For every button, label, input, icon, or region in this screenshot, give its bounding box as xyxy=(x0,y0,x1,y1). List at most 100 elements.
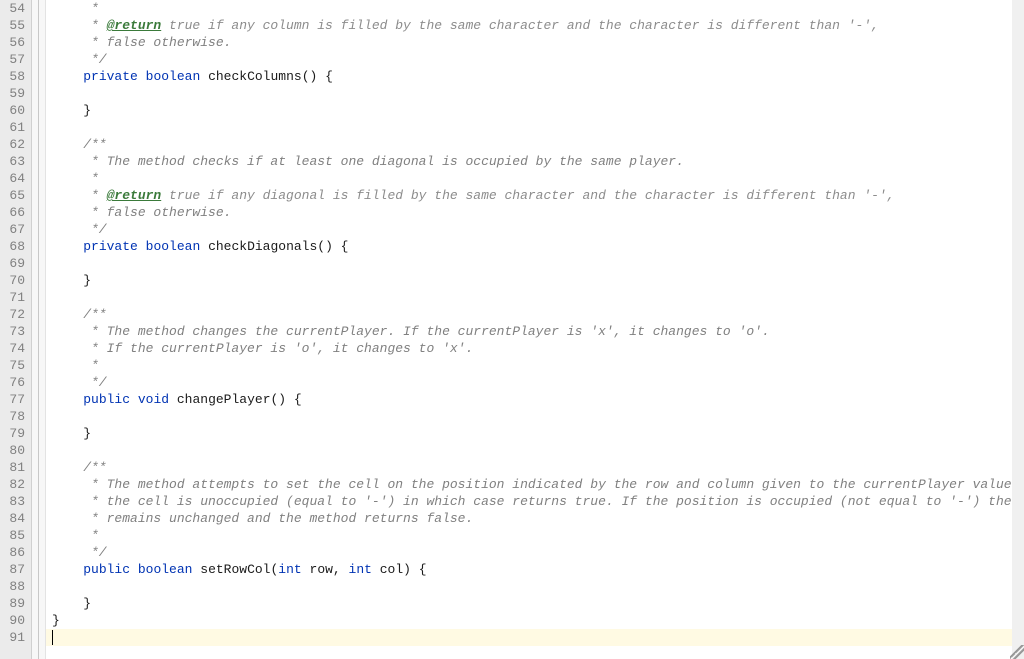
code-line[interactable]: * The method attempts to set the cell on… xyxy=(46,476,1024,493)
code-line[interactable]: */ xyxy=(46,51,1024,68)
code-token-method: checkDiagonals xyxy=(208,239,317,254)
code-line[interactable]: * remains unchanged and the method retur… xyxy=(46,510,1024,527)
code-token-method: setRowCol xyxy=(200,562,270,577)
code-token-doc: /** xyxy=(52,460,107,475)
code-line[interactable] xyxy=(46,629,1024,646)
code-token-plain xyxy=(52,392,83,407)
line-number: 83 xyxy=(4,493,25,510)
code-line[interactable]: * xyxy=(46,527,1024,544)
code-token-doc: * xyxy=(52,528,99,543)
code-token-ret: @return xyxy=(107,188,162,203)
code-token-paren: } xyxy=(83,103,91,118)
code-editor[interactable]: 5455565758596061626364656667686970717273… xyxy=(0,0,1024,659)
code-token-kw: boolean xyxy=(146,69,201,84)
code-token-paren: () { xyxy=(317,239,348,254)
code-line[interactable]: * @return true if any diagonal is filled… xyxy=(46,187,1024,204)
code-token-plain xyxy=(52,273,83,288)
code-line[interactable] xyxy=(46,442,1024,459)
code-token-plain xyxy=(138,69,146,84)
code-token-plain xyxy=(52,239,83,254)
line-number: 61 xyxy=(4,119,25,136)
code-line[interactable] xyxy=(46,578,1024,595)
line-number: 75 xyxy=(4,357,25,374)
code-line[interactable]: */ xyxy=(46,221,1024,238)
code-line[interactable]: * The method checks if at least one diag… xyxy=(46,153,1024,170)
code-token-doc: * The method checks if at least one diag… xyxy=(52,154,684,169)
code-line[interactable]: } xyxy=(46,272,1024,289)
text-caret xyxy=(52,630,53,645)
code-token-doc: * xyxy=(52,1,107,16)
code-line[interactable] xyxy=(46,289,1024,306)
code-line[interactable]: public void changePlayer() { xyxy=(46,391,1024,408)
line-number: 74 xyxy=(4,340,25,357)
code-token-kw: private xyxy=(83,69,138,84)
code-token-doc: /** xyxy=(52,307,107,322)
code-line[interactable]: private boolean checkColumns() { xyxy=(46,68,1024,85)
line-number: 89 xyxy=(4,595,25,612)
line-number: 84 xyxy=(4,510,25,527)
line-number: 69 xyxy=(4,255,25,272)
code-line[interactable]: /** xyxy=(46,459,1024,476)
code-line[interactable]: } xyxy=(46,425,1024,442)
code-token-plain xyxy=(200,239,208,254)
code-line[interactable] xyxy=(46,85,1024,102)
code-line[interactable]: * xyxy=(46,170,1024,187)
code-token-plain xyxy=(52,596,83,611)
code-token-doc: * remains unchanged and the method retur… xyxy=(52,511,473,526)
code-token-paren: , xyxy=(333,562,349,577)
code-token-doctext: true if any column is filled by the same… xyxy=(161,18,879,33)
code-token-doc: * The method changes the currentPlayer. … xyxy=(52,324,770,339)
code-line[interactable]: * false otherwise. xyxy=(46,34,1024,51)
line-number: 59 xyxy=(4,85,25,102)
code-token-paren: } xyxy=(83,273,91,288)
code-token-doc: * xyxy=(52,171,99,186)
code-token-doc: */ xyxy=(52,222,107,237)
code-line[interactable]: public boolean setRowCol(int row, int co… xyxy=(46,561,1024,578)
code-line[interactable]: * xyxy=(46,357,1024,374)
code-token-paren: } xyxy=(83,426,91,441)
code-area[interactable]: * * @return true if any column is filled… xyxy=(46,0,1024,659)
code-token-plain xyxy=(52,69,83,84)
line-number: 66 xyxy=(4,204,25,221)
code-token-plain xyxy=(130,392,138,407)
code-line[interactable]: * xyxy=(46,0,1024,17)
code-token-kw: boolean xyxy=(138,562,193,577)
resize-corner-icon[interactable] xyxy=(1010,645,1024,659)
line-number: 88 xyxy=(4,578,25,595)
line-number: 54 xyxy=(4,0,25,17)
line-number: 60 xyxy=(4,102,25,119)
line-number: 70 xyxy=(4,272,25,289)
code-line[interactable]: } xyxy=(46,612,1024,629)
line-number: 56 xyxy=(4,34,25,51)
code-line[interactable]: * If the currentPlayer is 'o', it change… xyxy=(46,340,1024,357)
line-number: 76 xyxy=(4,374,25,391)
code-line[interactable]: */ xyxy=(46,374,1024,391)
line-number: 73 xyxy=(4,323,25,340)
code-line[interactable]: } xyxy=(46,102,1024,119)
code-line[interactable]: * the cell is unoccupied (equal to '-') … xyxy=(46,493,1024,510)
line-number: 68 xyxy=(4,238,25,255)
code-line[interactable] xyxy=(46,255,1024,272)
code-token-doc: */ xyxy=(52,545,107,560)
code-line[interactable] xyxy=(46,408,1024,425)
code-token-doc: * false otherwise. xyxy=(52,35,231,50)
code-line[interactable]: } xyxy=(46,595,1024,612)
code-token-doc: * false otherwise. xyxy=(52,205,231,220)
code-line[interactable]: * The method changes the currentPlayer. … xyxy=(46,323,1024,340)
code-token-doc: * The method attempts to set the cell on… xyxy=(52,477,1024,492)
code-token-doctext: true if any diagonal is filled by the sa… xyxy=(161,188,894,203)
code-line[interactable]: private boolean checkDiagonals() { xyxy=(46,238,1024,255)
code-line[interactable]: /** xyxy=(46,306,1024,323)
code-line[interactable]: */ xyxy=(46,544,1024,561)
line-number: 67 xyxy=(4,221,25,238)
fold-gutter[interactable] xyxy=(32,0,46,659)
code-token-paren: ) { xyxy=(403,562,426,577)
code-line[interactable]: * false otherwise. xyxy=(46,204,1024,221)
code-token-plain xyxy=(138,239,146,254)
code-line[interactable]: * @return true if any column is filled b… xyxy=(46,17,1024,34)
vertical-scrollbar[interactable] xyxy=(1012,0,1024,659)
code-line[interactable] xyxy=(46,119,1024,136)
code-token-method: changePlayer xyxy=(177,392,271,407)
code-line[interactable]: /** xyxy=(46,136,1024,153)
code-token-doc: */ xyxy=(52,375,107,390)
